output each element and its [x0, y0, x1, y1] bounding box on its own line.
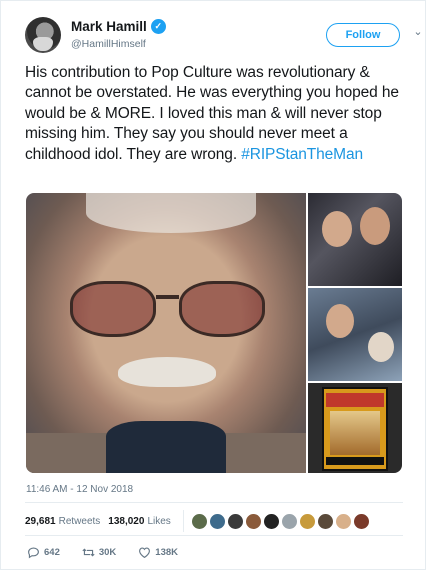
- photo-side-2[interactable]: [308, 288, 402, 381]
- liker-avatar[interactable]: [299, 513, 315, 529]
- photo-glasses: [70, 281, 265, 339]
- like-button[interactable]: 138K: [138, 546, 178, 559]
- reply-icon: [28, 546, 39, 558]
- liker-avatar[interactable]: [353, 513, 369, 529]
- liker-avatar[interactable]: [227, 513, 243, 529]
- retweet-count-label[interactable]: Retweets: [59, 516, 101, 527]
- heart-icon: [139, 547, 151, 558]
- photo-face: [360, 207, 390, 245]
- tweet-stats: 29,681 Retweets 138,020 Likes: [25, 510, 369, 532]
- like-action-count: 138K: [155, 546, 179, 558]
- photo-main[interactable]: [26, 193, 306, 473]
- media-grid: [26, 193, 402, 473]
- liker-avatar[interactable]: [335, 513, 351, 529]
- liker-avatar[interactable]: [209, 513, 225, 529]
- comic-strip: [326, 457, 384, 465]
- tweet-actions: 642 30K 138K: [27, 543, 200, 561]
- like-count-label[interactable]: Likes: [147, 516, 170, 527]
- liker-avatar[interactable]: [281, 513, 297, 529]
- tweet-header: Mark Hamill ✓ @HamillHimself Follow ⌄: [25, 15, 423, 55]
- retweet-icon: [82, 547, 95, 557]
- stats-separator: [182, 510, 184, 532]
- hashtag-link[interactable]: #RIPStanTheMan: [241, 146, 363, 163]
- comic-art: [330, 411, 380, 455]
- photo-side-3[interactable]: [308, 383, 402, 473]
- photo-side-1[interactable]: [308, 193, 402, 286]
- photo-face: [368, 332, 394, 362]
- liker-avatar[interactable]: [191, 513, 207, 529]
- lens-right: [179, 281, 265, 337]
- divider: [25, 535, 403, 536]
- like-count[interactable]: 138,020: [108, 516, 144, 527]
- retweet-action-count: 30K: [98, 546, 117, 558]
- tweet-text: His contribution to Pop Culture was revo…: [25, 63, 405, 165]
- photo-face: [326, 304, 354, 338]
- liker-avatars: [191, 513, 369, 529]
- follow-button[interactable]: Follow: [326, 23, 400, 47]
- photo-face: [322, 211, 352, 247]
- divider: [25, 502, 403, 503]
- comic-title-banner: [326, 393, 384, 407]
- comic-book-cover: [322, 387, 388, 471]
- author-name[interactable]: Mark Hamill: [71, 19, 147, 34]
- reply-count: 642: [44, 546, 60, 558]
- tweet-timestamp[interactable]: 11:46 AM - 12 Nov 2018: [26, 484, 133, 495]
- reply-button[interactable]: 642: [27, 546, 60, 559]
- liker-avatar[interactable]: [317, 513, 333, 529]
- retweet-count[interactable]: 29,681: [25, 516, 56, 527]
- photo-mustache: [118, 357, 216, 387]
- retweet-button[interactable]: 30K: [82, 546, 116, 559]
- tweet-card: Mark Hamill ✓ @HamillHimself Follow ⌄ Hi…: [0, 0, 426, 570]
- author-handle[interactable]: @HamillHimself: [71, 38, 146, 50]
- author-name-line: Mark Hamill ✓: [71, 19, 166, 34]
- lens-left: [70, 281, 156, 337]
- avatar[interactable]: [25, 17, 61, 53]
- photo-hair: [86, 193, 256, 233]
- photo-collar: [106, 421, 226, 473]
- liker-avatar[interactable]: [245, 513, 261, 529]
- verified-badge-icon: ✓: [150, 19, 166, 34]
- glasses-bridge: [156, 295, 179, 299]
- liker-avatar[interactable]: [263, 513, 279, 529]
- chevron-down-icon[interactable]: ⌄: [411, 25, 425, 39]
